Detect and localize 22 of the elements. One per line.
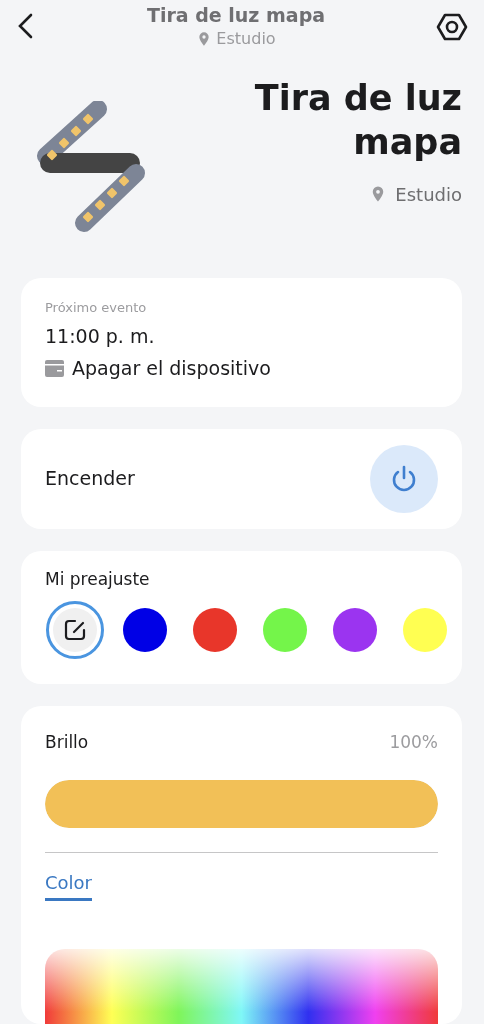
color-swatch[interactable]	[403, 608, 447, 653]
event-label: Próximo evento	[45, 299, 148, 318]
power-label: Encender	[45, 466, 135, 492]
color-swatch[interactable]	[333, 608, 377, 653]
color-swatch[interactable]	[123, 608, 167, 653]
header-location: Estudio	[216, 27, 276, 50]
brightness-slider[interactable]	[45, 779, 438, 828]
color-swatch[interactable]	[193, 608, 237, 653]
color-picker[interactable]	[45, 948, 438, 1024]
header-title: Tira de luz mapa	[146, 4, 326, 27]
edit-icon	[64, 619, 86, 642]
color-swatch[interactable]	[263, 608, 307, 653]
presets-title: Mi preajuste	[45, 567, 151, 591]
device-name: Tira de luz mapa	[253, 77, 462, 164]
brightness-label: Brillo	[45, 731, 89, 755]
settings-button[interactable]	[436, 12, 468, 42]
calendar-icon	[45, 359, 64, 377]
brightness-reading: 100%	[389, 731, 438, 755]
device-location: Estudio	[395, 182, 462, 207]
event-action: Apagar el dispositivo	[72, 356, 271, 382]
color-tab[interactable]: Color	[45, 868, 92, 901]
event-time: 11:00 p. m.	[45, 323, 156, 349]
